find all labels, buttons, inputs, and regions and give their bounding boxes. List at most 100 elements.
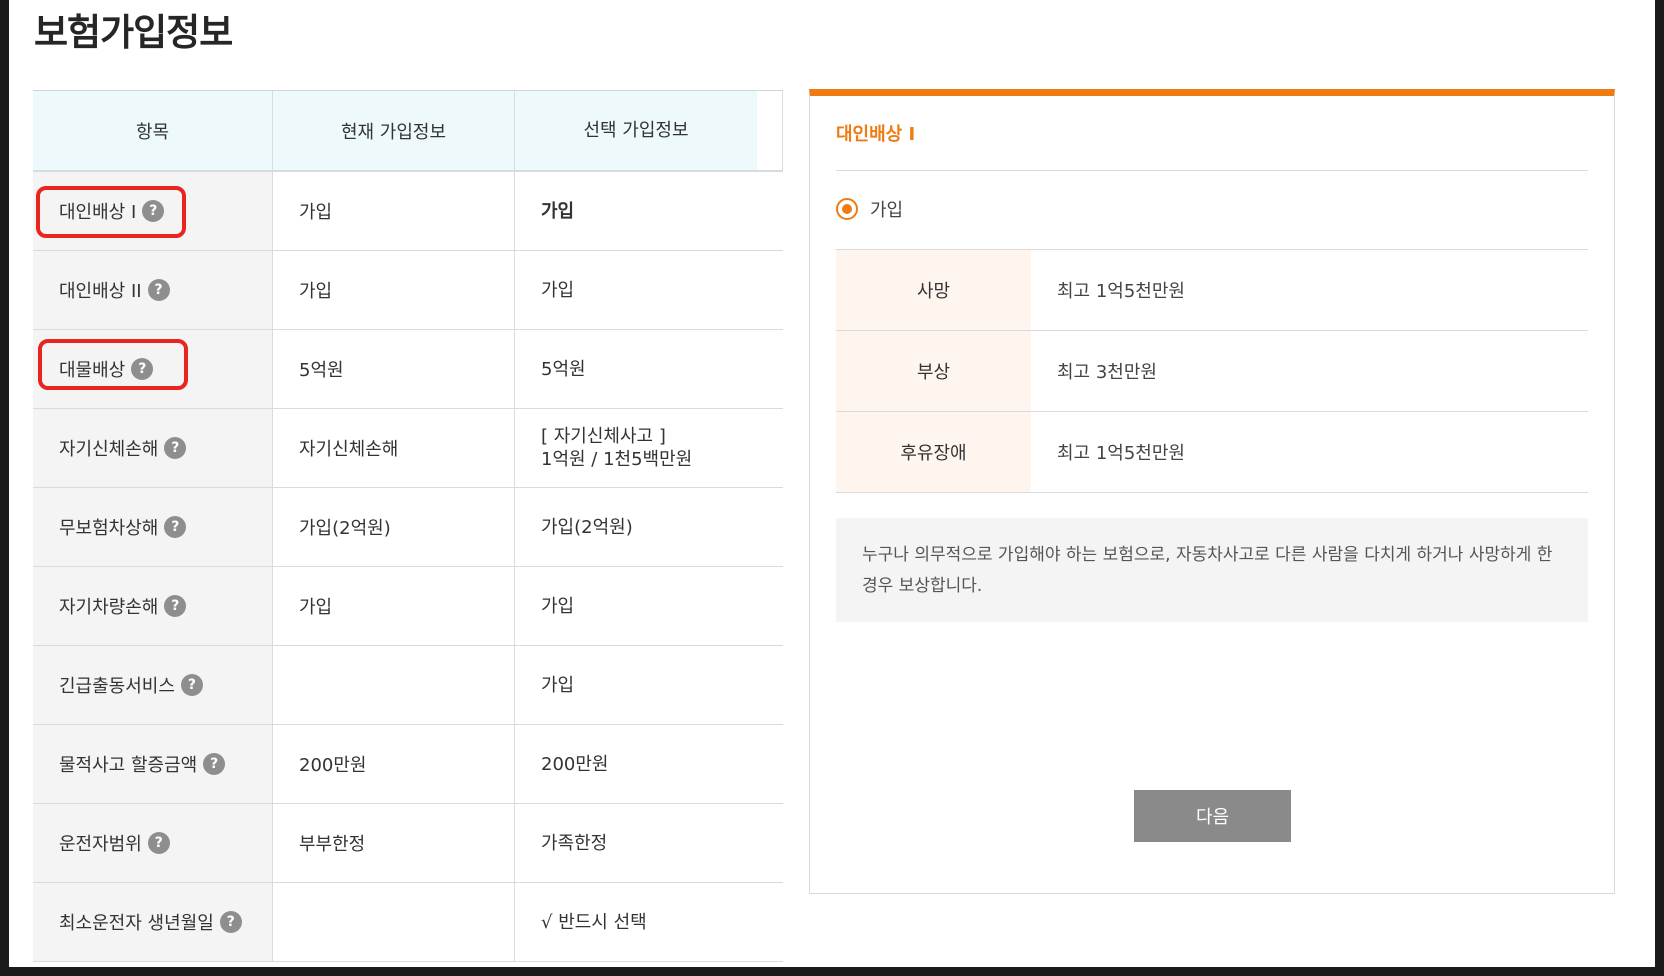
selected-value[interactable]: 가입 xyxy=(515,172,757,250)
coverage-row: 부상 최고 3천만원 xyxy=(836,331,1588,412)
row-spacer xyxy=(757,409,783,487)
row-spacer xyxy=(757,172,783,250)
item-cell[interactable]: 자기신체손해? xyxy=(33,409,273,487)
selected-value-text: 200만원 xyxy=(541,753,609,775)
header-spacer xyxy=(757,91,783,170)
table-header-row: 항목 현재 가입정보 선택 가입정보 xyxy=(33,91,783,172)
coverage-value: 최고 1억5천만원 xyxy=(1057,443,1185,464)
table-row[interactable]: 무보험차상해? 가입(2억원) 가입(2억원) xyxy=(33,488,783,567)
selected-value-text: 5억원 xyxy=(541,358,586,380)
column-header-item: 항목 xyxy=(33,91,273,170)
selected-value-text: 가족한정 xyxy=(541,832,608,854)
page-title: 보험가입정보 xyxy=(34,11,233,54)
radio-selected-icon[interactable] xyxy=(836,198,858,220)
panel-title: 대인배상 I xyxy=(836,124,916,145)
coverage-label: 부상 xyxy=(836,331,1031,411)
current-value: 가입 xyxy=(273,251,515,329)
coverage-label: 사망 xyxy=(836,250,1031,330)
table-row[interactable]: 대인배상 II? 가입 가입 xyxy=(33,251,783,330)
question-mark-icon[interactable]: ? xyxy=(164,516,187,538)
item-cell[interactable]: 운전자범위? xyxy=(33,804,273,882)
selected-value-text: √ 반드시 선택 xyxy=(541,911,647,933)
table-row[interactable]: 대물배상? 5억원 5억원 xyxy=(33,330,783,409)
item-cell[interactable]: 최소운전자 생년월일? xyxy=(33,883,273,961)
coverage-detail-panel: 대인배상 I 가입 사망 최고 1억5천만원 부상 최고 3천만원 후유장애 최… xyxy=(809,89,1615,894)
selected-value[interactable]: √ 반드시 선택 xyxy=(515,883,757,961)
item-cell[interactable]: 긴급출동서비스? xyxy=(33,646,273,724)
row-spacer xyxy=(757,883,783,961)
selected-value[interactable]: 가입(2억원) xyxy=(515,488,757,566)
table-row[interactable]: 대인배상 I? 가입 가입 xyxy=(33,172,783,251)
current-value: 자기신체손해 xyxy=(273,409,515,487)
coverage-label: 후유장애 xyxy=(836,412,1031,492)
item-cell[interactable]: 자기차량손해? xyxy=(33,567,273,645)
row-spacer xyxy=(757,330,783,408)
selected-value[interactable]: 200만원 xyxy=(515,725,757,803)
current-value: 가입(2억원) xyxy=(273,488,515,566)
item-cell[interactable]: 대인배상 I? xyxy=(33,172,273,250)
selected-value-text: 가입 xyxy=(541,200,575,222)
item-label: 자기차량손해 xyxy=(59,597,159,618)
row-spacer xyxy=(757,488,783,566)
current-value: 가입 xyxy=(273,172,515,250)
selected-value[interactable]: 가족한정 xyxy=(515,804,757,882)
selected-value-text: 가입 xyxy=(541,674,575,696)
current-value: 가입 xyxy=(273,567,515,645)
item-label: 자기신체손해 xyxy=(59,439,159,460)
coverage-value: 최고 3천만원 xyxy=(1057,362,1157,383)
row-spacer xyxy=(757,567,783,645)
selected-value-text: 가입 xyxy=(541,279,575,301)
item-label: 대물배상 xyxy=(59,360,126,381)
question-mark-icon[interactable]: ? xyxy=(147,279,170,301)
coverage-limits-table: 사망 최고 1억5천만원 부상 최고 3천만원 후유장애 최고 1억5천만원 xyxy=(836,250,1588,493)
coverage-value: 최고 1억5천만원 xyxy=(1057,281,1185,302)
row-spacer xyxy=(757,251,783,329)
table-row[interactable]: 긴급출동서비스? 가입 xyxy=(33,646,783,725)
item-label: 긴급출동서비스 xyxy=(59,676,175,697)
selected-value[interactable]: 가입 xyxy=(515,567,757,645)
column-header-selected: 선택 가입정보 xyxy=(515,91,757,170)
selected-value[interactable]: 가입 xyxy=(515,251,757,329)
coverage-row: 사망 최고 1억5천만원 xyxy=(836,250,1588,331)
selected-value-text: 가입 xyxy=(541,595,575,617)
coverage-table: 항목 현재 가입정보 선택 가입정보 대인배상 I? 가입 가입 대인배상 II… xyxy=(33,90,783,962)
question-mark-icon[interactable]: ? xyxy=(219,911,242,933)
selected-value-detail: 1억원 / 1천5백만원 xyxy=(541,449,693,470)
radio-label: 가입 xyxy=(870,200,904,221)
table-row[interactable]: 최소운전자 생년월일? √ 반드시 선택 xyxy=(33,883,783,962)
selected-value-text: [ 자기신체사고 ] xyxy=(541,426,666,447)
item-cell[interactable]: 무보험차상해? xyxy=(33,488,273,566)
item-cell[interactable]: 대인배상 II? xyxy=(33,251,273,329)
radio-dot xyxy=(842,204,852,214)
current-value: 부부한정 xyxy=(273,804,515,882)
table-row[interactable]: 운전자범위? 부부한정 가족한정 xyxy=(33,804,783,883)
item-label: 무보험차상해 xyxy=(59,518,159,539)
selected-value[interactable]: 가입 xyxy=(515,646,757,724)
question-mark-icon[interactable]: ? xyxy=(142,200,165,222)
row-spacer xyxy=(757,804,783,882)
current-value: 200만원 xyxy=(273,725,515,803)
question-mark-icon[interactable]: ? xyxy=(164,595,187,617)
row-spacer xyxy=(757,725,783,803)
next-button[interactable]: 다음 xyxy=(1134,790,1291,842)
question-mark-icon[interactable]: ? xyxy=(147,832,170,854)
table-row[interactable]: 자기신체손해? 자기신체손해 [ 자기신체사고 ] 1억원 / 1천5백만원 xyxy=(33,409,783,488)
column-header-current: 현재 가입정보 xyxy=(273,91,515,170)
question-mark-icon[interactable]: ? xyxy=(164,437,187,459)
question-mark-icon[interactable]: ? xyxy=(203,753,226,775)
current-value xyxy=(273,646,515,724)
question-mark-icon[interactable]: ? xyxy=(131,358,154,380)
item-label: 운전자범위 xyxy=(59,834,142,855)
item-cell[interactable]: 대물배상? xyxy=(33,330,273,408)
row-spacer xyxy=(757,646,783,724)
page: 보험가입정보 항목 현재 가입정보 선택 가입정보 대인배상 I? 가입 가입 … xyxy=(9,0,1655,967)
table-row[interactable]: 물적사고 할증금액? 200만원 200만원 xyxy=(33,725,783,804)
item-cell[interactable]: 물적사고 할증금액? xyxy=(33,725,273,803)
selected-value[interactable]: [ 자기신체사고 ] 1억원 / 1천5백만원 xyxy=(515,409,757,487)
question-mark-icon[interactable]: ? xyxy=(180,674,203,696)
item-label: 물적사고 할증금액 xyxy=(59,755,198,776)
join-radio-option[interactable]: 가입 xyxy=(836,196,903,222)
table-row[interactable]: 자기차량손해? 가입 가입 xyxy=(33,567,783,646)
selected-value[interactable]: 5억원 xyxy=(515,330,757,408)
divider xyxy=(836,170,1588,171)
